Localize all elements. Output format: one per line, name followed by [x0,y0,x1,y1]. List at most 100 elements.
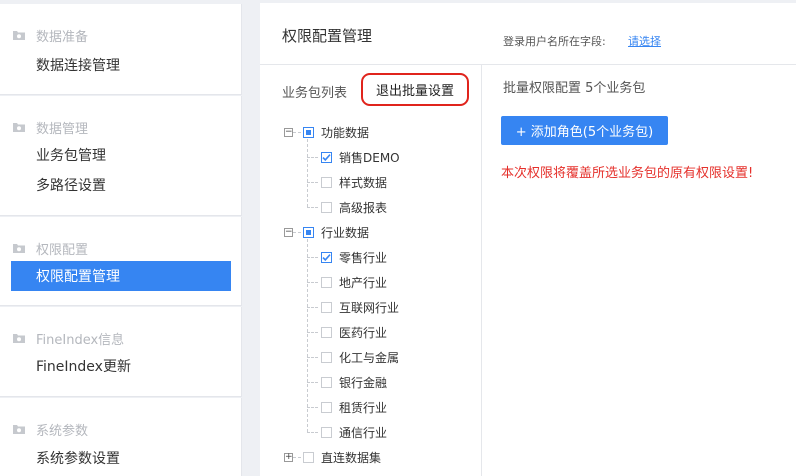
tree-node-label: 销售DEMO [339,150,400,165]
tree-node-label: 地产行业 [339,275,388,290]
tree-checkbox[interactable] [321,276,332,288]
sidebar-group-title: 权限配置 [36,242,89,258]
tree-checkbox[interactable] [303,451,314,463]
header-divider [260,64,796,65]
tree-connector [307,407,318,408]
tree-node-label: 医药行业 [339,325,388,340]
sidebar-item-fineindex-update[interactable]: FineIndex更新 [11,351,231,381]
tree-node-leasing[interactable]: 租赁行业 [321,398,387,416]
tree-connector [307,239,308,432]
tree-connector [293,132,301,133]
tree-node-label: 功能数据 [321,125,370,140]
tree-node-direct-dataset[interactable]: 直连数据集 [303,448,381,466]
tree-node-telecom[interactable]: 通信行业 [321,423,387,441]
tree-node-banking[interactable]: 银行金融 [321,373,387,391]
tree-node-industry-data[interactable]: 行业数据 [303,223,369,241]
sidebar-group-header: 权限配置 [12,239,89,258]
collapse-toggle-icon[interactable]: − [284,128,293,137]
tree-connector [307,282,318,283]
login-field-select-link[interactable]: 请选择 [628,33,661,49]
tree-connector [307,139,308,207]
tree-node-label: 直连数据集 [321,450,382,465]
sidebar-item-system-params[interactable]: 系统参数设置 [11,443,231,473]
folder-cloud-icon [13,334,25,343]
sidebar-group-header: 系统参数 [12,420,89,439]
tree-node-style-data[interactable]: 样式数据 [321,173,387,191]
tree-node-real-estate[interactable]: 地产行业 [321,273,387,291]
tree-checkbox[interactable] [321,351,332,363]
sidebar-group-title: FineIndex信息 [36,332,125,348]
folder-cloud-icon [13,244,25,253]
sidebar-group-title: 数据准备 [36,29,89,45]
tree-connector [307,257,318,258]
folder-cloud-icon [13,31,25,40]
tree-checkbox[interactable] [321,301,332,313]
tree-connector [307,182,318,183]
page-title: 权限配置管理 [282,27,373,45]
tree-connector [307,307,318,308]
overwrite-warning: 本次权限将覆盖所选业务包的原有权限设置! [501,166,754,181]
tree-node-label: 行业数据 [321,225,370,240]
tree-node-advanced-report[interactable]: 高级报表 [321,198,387,216]
tree-checkbox[interactable] [321,426,332,438]
tree-node-retail[interactable]: 零售行业 [321,248,387,266]
batch-config-title: 批量权限配置 5个业务包 [503,81,646,96]
tree-connector [307,332,318,333]
tree-checkbox[interactable] [321,201,332,213]
tree-connector [307,157,318,158]
tree-node-label: 互联网行业 [339,300,400,315]
sidebar-group-header: FineIndex信息 [12,329,125,348]
tree-node-label: 零售行业 [339,250,388,265]
sidebar-item-multipath-settings[interactable]: 多路径设置 [11,170,231,200]
tree-checkbox[interactable] [321,376,332,388]
sidebar-group-permission-config: 权限配置 权限配置管理 [0,217,242,306]
sidebar-group-title: 系统参数 [36,423,89,439]
tree-node-label: 租赁行业 [339,400,388,415]
login-field-label: 登录用户名所在字段: [503,35,606,48]
tree-checkbox[interactable] [303,226,314,238]
sidebar-group-data-management: 数据管理 业务包管理 多路径设置 [0,96,242,216]
folder-cloud-icon [13,123,25,132]
tree-node-internet[interactable]: 互联网行业 [321,298,399,316]
tree-node-functional-data[interactable]: 功能数据 [303,123,369,141]
check-icon [322,153,331,161]
sidebar-item-permission-management[interactable]: 权限配置管理 [11,261,231,291]
expand-toggle-icon[interactable]: + [284,453,293,462]
sidebar: 数据准备 数据连接管理 数据管理 业务包管理 多路径设置 权限配置 权限配置管理… [0,0,242,476]
tree-node-label: 银行金融 [339,375,388,390]
tree-checkbox[interactable] [321,401,332,413]
sidebar-item-data-connection[interactable]: 数据连接管理 [11,50,231,80]
add-role-button[interactable]: + 添加角色(5个业务包) [501,116,668,145]
tree-node-label: 样式数据 [339,175,388,190]
tree-node-sales-demo[interactable]: 销售DEMO [321,148,400,166]
tree-connector [307,432,318,433]
tree-connector [307,207,318,208]
collapse-toggle-icon[interactable]: − [284,228,293,237]
tree-node-chemical-metal[interactable]: 化工与金属 [321,348,399,366]
sidebar-group-header: 数据管理 [12,118,89,137]
tree-connector [293,457,301,458]
package-list-label: 业务包列表 [282,86,348,101]
tree-checkbox[interactable] [321,251,332,263]
tree-node-pharma[interactable]: 医药行业 [321,323,387,341]
panel-divider [481,65,482,476]
sidebar-group-fineindex-info: FineIndex信息 FineIndex更新 [0,307,242,397]
tree-node-label: 化工与金属 [339,350,400,365]
tree-connector [307,382,318,383]
sidebar-group-header: 数据准备 [12,26,89,45]
folder-cloud-icon [13,425,25,434]
tree-checkbox[interactable] [321,326,332,338]
exit-batch-settings-button[interactable]: 退出批量设置 [361,73,469,106]
tree-checkbox[interactable] [321,151,332,163]
main-panel: 权限配置管理 登录用户名所在字段: 请选择 业务包列表 退出批量设置 − 功能数… [260,3,796,476]
check-icon [322,253,331,261]
sidebar-group-system-params: 系统参数 系统参数设置 [0,398,242,476]
tree-connector [293,232,301,233]
sidebar-item-package-management[interactable]: 业务包管理 [11,140,231,170]
tree-checkbox[interactable] [321,176,332,188]
tree-node-label: 高级报表 [339,200,388,215]
tree-checkbox[interactable] [303,126,314,138]
tree-connector [307,357,318,358]
sidebar-group-title: 数据管理 [36,121,89,137]
sidebar-group-data-prep: 数据准备 数据连接管理 [0,4,242,95]
